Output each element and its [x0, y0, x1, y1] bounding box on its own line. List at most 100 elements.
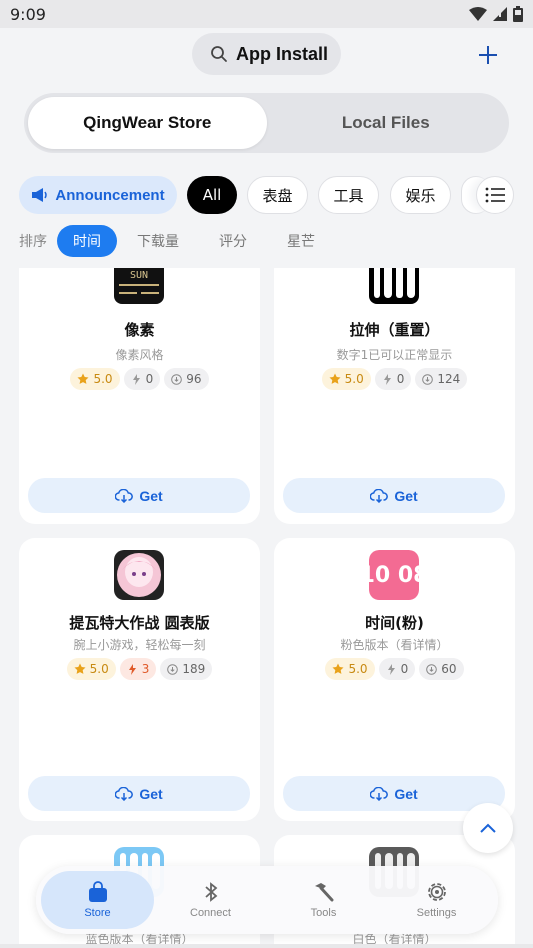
downloads-pill: 96	[164, 368, 209, 390]
thumb-text: SUN	[130, 270, 148, 281]
bag-icon	[88, 881, 107, 902]
download-circle-icon	[167, 663, 179, 675]
category-chips: Announcement All 表盘 工具 娱乐	[19, 176, 533, 214]
app-card[interactable]: 拉伸（重置） 数字1已可以正常显示 5.0 0 124 Get	[274, 268, 515, 524]
get-button[interactable]: Get	[283, 776, 505, 811]
announcement-chip[interactable]: Announcement	[19, 176, 177, 214]
signal-icon	[493, 7, 507, 21]
app-card[interactable]: 提瓦特大作战 圆表版 腕上小游戏，轻松每一刻 5.0 3 189 Get	[19, 538, 260, 821]
spark-value: 3	[141, 662, 150, 676]
nav-connect[interactable]: Connect	[154, 871, 267, 929]
downloads-value: 60	[441, 662, 457, 676]
downloads-value: 96	[186, 372, 202, 386]
download-circle-icon	[422, 373, 434, 385]
app-desc: 数字1已可以正常显示	[336, 348, 453, 362]
star-icon	[329, 373, 341, 384]
status-bar: 9:09	[0, 0, 533, 28]
app-card[interactable]: SUN 像素 像素风格 5.0 0 96 Get	[19, 268, 260, 524]
get-label: Get	[394, 487, 418, 504]
app-desc: 像素风格	[115, 348, 164, 362]
app-stats: 5.0 0 96	[19, 368, 260, 390]
downloads-value: 124	[437, 372, 461, 386]
spark-icon	[132, 373, 140, 385]
rating-pill: 5.0	[66, 658, 116, 680]
chip-entertainment[interactable]: 娱乐	[390, 176, 451, 214]
search-icon	[211, 46, 227, 62]
nav-label: Store	[84, 907, 111, 919]
chevron-up-icon	[480, 823, 496, 833]
rating-value: 5.0	[93, 372, 113, 386]
rating-pill: 5.0	[70, 368, 120, 390]
nav-settings[interactable]: Settings	[380, 871, 493, 929]
tab-qingwear-store[interactable]: QingWear Store	[28, 97, 267, 149]
nav-label: Connect	[190, 907, 231, 919]
get-label: Get	[394, 785, 418, 802]
plus-icon	[479, 46, 497, 64]
sort-row: 排序 时间 下载量 评分 星芒	[19, 225, 335, 257]
app-name: 提瓦特大作战 圆表版	[69, 614, 210, 632]
rating-value: 5.0	[344, 372, 364, 386]
list-icon	[485, 187, 505, 203]
app-desc: 腕上小游戏，轻松每一刻	[73, 638, 206, 652]
app-name: 时间(粉)	[365, 614, 424, 632]
spark-pill: 0	[374, 368, 412, 390]
spark-icon	[383, 373, 391, 385]
add-button[interactable]	[472, 39, 504, 71]
cloud-download-icon	[115, 488, 134, 503]
status-time: 9:09	[10, 4, 46, 24]
scroll-to-top-button[interactable]	[463, 803, 513, 853]
battery-icon	[513, 6, 523, 22]
bottom-navigation: Store Connect Tools Settings	[36, 866, 498, 934]
get-button[interactable]: Get	[28, 776, 250, 811]
star-icon	[77, 373, 89, 384]
nav-tools[interactable]: Tools	[267, 871, 380, 929]
downloads-pill: 60	[419, 658, 464, 680]
spark-icon	[387, 663, 395, 675]
gear-icon	[427, 883, 446, 901]
cloud-download-icon	[115, 786, 134, 801]
get-button[interactable]: Get	[283, 478, 505, 513]
rating-value: 5.0	[348, 662, 368, 676]
app-stats: 5.0 0 124	[274, 368, 515, 390]
app-thumbnail: 10 08	[369, 550, 419, 600]
app-grid: SUN 像素 像素风格 5.0 0 96 Get 拉伸（重置） 数字1已可以正常…	[0, 268, 533, 948]
get-label: Get	[139, 487, 163, 504]
search-pill[interactable]: App Install	[192, 33, 341, 75]
spark-pill: 0	[378, 658, 416, 680]
category-menu-button[interactable]	[476, 176, 514, 214]
cloud-download-icon	[370, 786, 389, 801]
sort-time[interactable]: 时间	[57, 225, 117, 257]
rating-value: 5.0	[89, 662, 109, 676]
spark-value: 0	[400, 662, 409, 676]
spark-value: 0	[396, 372, 405, 386]
spark-value: 0	[145, 372, 154, 386]
rating-pill: 5.0	[321, 368, 371, 390]
star-icon	[332, 663, 344, 674]
app-header: App Install	[0, 33, 533, 77]
nav-store[interactable]: Store	[41, 871, 154, 929]
sort-rating[interactable]: 评分	[199, 231, 267, 251]
home-bar	[0, 944, 533, 948]
hammer-icon	[314, 883, 333, 902]
app-name: 拉伸（重置）	[349, 321, 440, 339]
nav-label: Tools	[310, 907, 337, 919]
sort-downloads[interactable]: 下载量	[117, 231, 199, 251]
chip-watchface[interactable]: 表盘	[247, 176, 308, 214]
page-title: App Install	[236, 43, 329, 64]
get-button[interactable]: Get	[28, 478, 250, 513]
thumb-text: 10 08	[369, 563, 419, 588]
app-stats: 5.0 3 189	[19, 658, 260, 680]
star-icon	[74, 663, 86, 674]
chip-all[interactable]: All	[187, 176, 237, 214]
cloud-download-icon	[370, 488, 389, 503]
spark-pill: 3	[119, 658, 157, 680]
tab-local-files[interactable]: Local Files	[267, 97, 506, 149]
spark-icon	[128, 663, 136, 675]
download-circle-icon	[171, 373, 183, 385]
app-card[interactable]: 10 08 时间(粉) 粉色版本（看详情） 5.0 0 60 Get	[274, 538, 515, 821]
sort-spark[interactable]: 星芒	[267, 231, 335, 251]
app-thumbnail	[369, 268, 419, 304]
chip-tools[interactable]: 工具	[318, 176, 379, 214]
app-thumbnail: SUN	[114, 268, 164, 304]
get-label: Get	[139, 785, 163, 802]
